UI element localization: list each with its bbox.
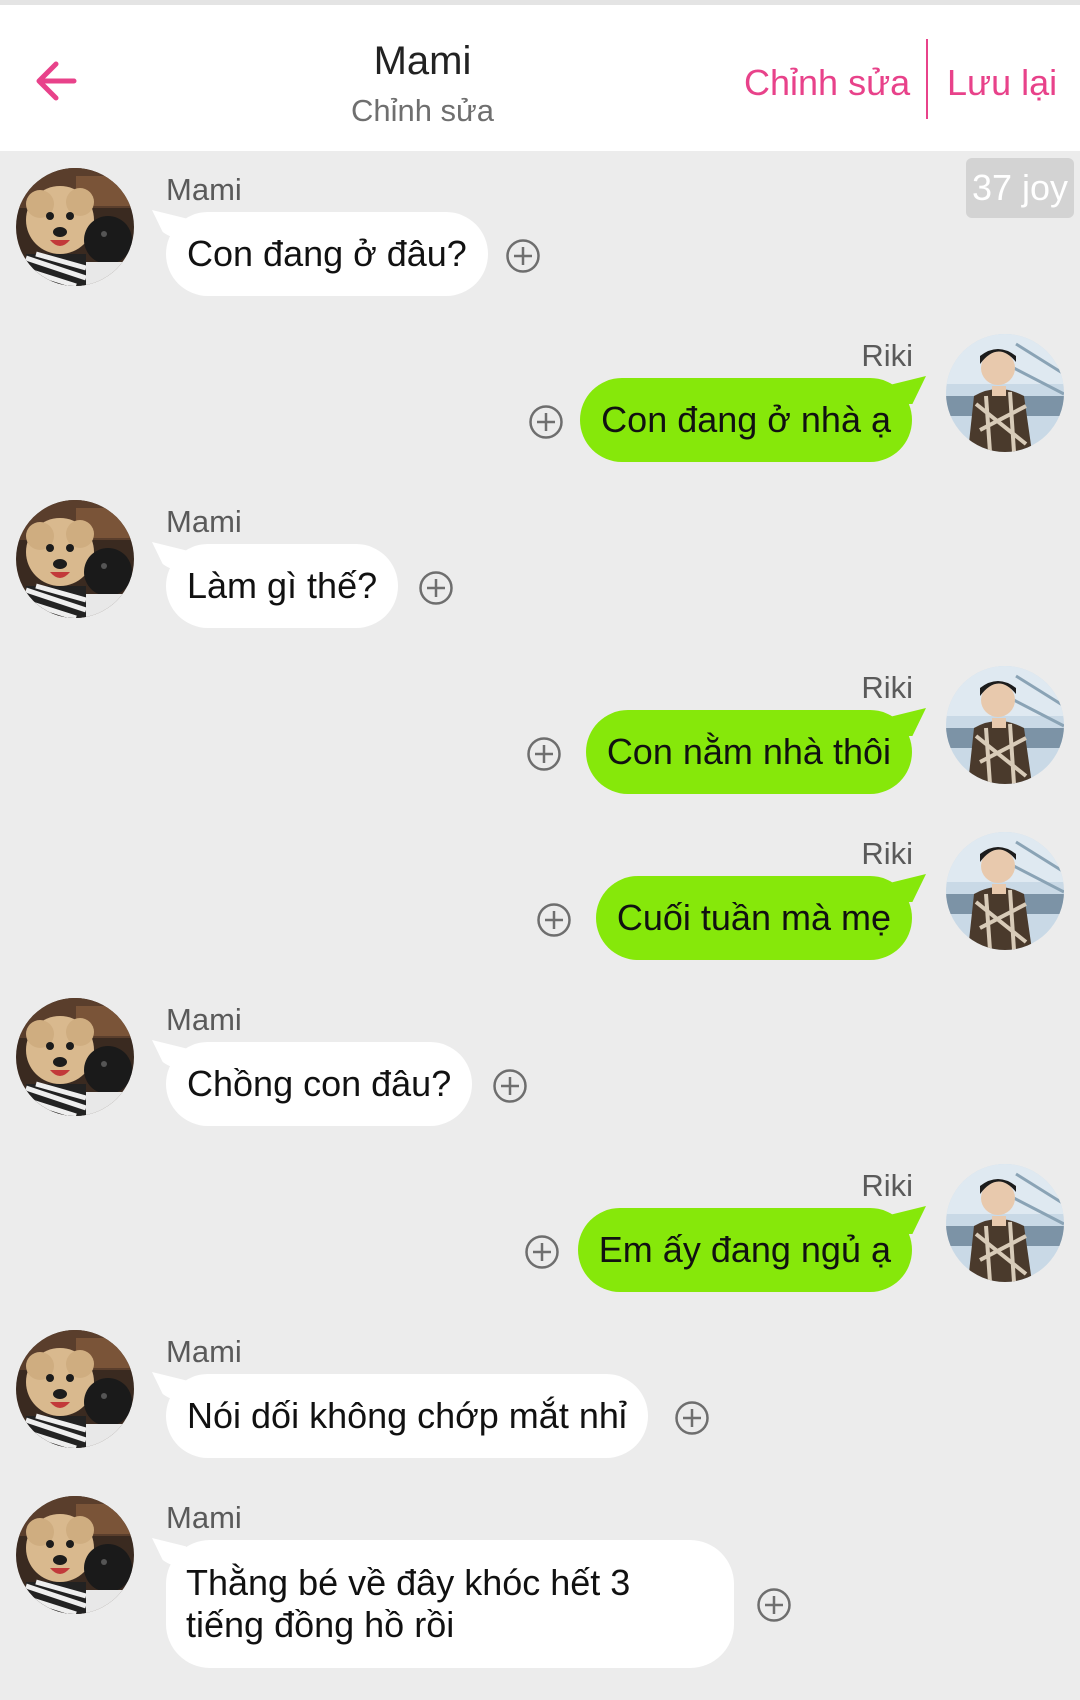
message-bubble[interactable]: Thằng bé về đây khóc hết 3 tiếng đồng hồ… xyxy=(166,1540,734,1668)
message-bubble[interactable]: Chồng con đâu? xyxy=(166,1042,473,1126)
add-reaction-button[interactable] xyxy=(536,902,572,938)
plus-circle-icon xyxy=(536,902,572,938)
message-bubble[interactable]: Làm gì thế? xyxy=(166,544,399,628)
dog-avatar xyxy=(16,998,134,1116)
sender-name: Mami xyxy=(166,1334,242,1369)
person-avatar xyxy=(946,832,1064,950)
sender-name: Riki xyxy=(861,338,913,373)
add-reaction-button[interactable] xyxy=(505,238,541,274)
page-title: Mami xyxy=(373,39,472,83)
dog-avatar xyxy=(16,500,134,618)
message-bubble[interactable]: Con đang ở nhà ạ xyxy=(580,378,912,462)
message-bubble[interactable]: Em ấy đang ngủ ạ xyxy=(577,1208,912,1292)
add-reaction-button[interactable] xyxy=(418,570,454,606)
avatar[interactable] xyxy=(946,666,1064,784)
plus-circle-icon xyxy=(505,238,541,274)
sender-name: Mami xyxy=(166,1500,242,1535)
message-bubble[interactable]: Con đang ở đâu? xyxy=(166,212,488,296)
plus-circle-icon xyxy=(418,570,454,606)
sender-name: Mami xyxy=(166,172,242,207)
plus-circle-icon xyxy=(674,1400,710,1436)
add-reaction-button[interactable] xyxy=(674,1400,710,1436)
avatar[interactable] xyxy=(946,832,1064,950)
sender-name: Riki xyxy=(861,836,913,871)
sender-name: Riki xyxy=(861,670,913,705)
plus-circle-icon xyxy=(492,1068,528,1104)
person-avatar xyxy=(946,666,1064,784)
message-bubble[interactable]: Nói dối không chớp mắt nhỉ xyxy=(166,1374,648,1458)
plus-circle-icon xyxy=(524,1234,560,1270)
add-reaction-button[interactable] xyxy=(524,1234,560,1270)
plus-circle-icon xyxy=(528,404,564,440)
person-avatar xyxy=(946,334,1064,452)
avatar[interactable] xyxy=(16,500,134,618)
sender-name: Mami xyxy=(166,1002,242,1037)
add-reaction-button[interactable] xyxy=(492,1068,528,1104)
avatar[interactable] xyxy=(16,1330,134,1448)
add-reaction-button[interactable] xyxy=(526,736,562,772)
avatar[interactable] xyxy=(16,998,134,1116)
message-bubble[interactable]: Con nằm nhà thôi xyxy=(585,710,912,794)
header-divider xyxy=(926,39,928,119)
add-reaction-button[interactable] xyxy=(528,404,564,440)
avatar[interactable] xyxy=(946,1164,1064,1282)
avatar[interactable] xyxy=(16,1496,134,1614)
dog-avatar xyxy=(16,1496,134,1614)
person-avatar xyxy=(946,1164,1064,1282)
dog-avatar xyxy=(16,1330,134,1448)
joy-badge: 37 joy xyxy=(966,158,1074,218)
sender-name: Mami xyxy=(166,504,242,539)
sender-name: Riki xyxy=(861,1168,913,1203)
add-reaction-button[interactable] xyxy=(756,1587,792,1623)
avatar[interactable] xyxy=(946,334,1064,452)
save-button[interactable]: Lưu lại xyxy=(947,62,1057,104)
dog-avatar xyxy=(16,168,134,286)
edit-button[interactable]: Chỉnh sửa xyxy=(744,62,910,104)
plus-circle-icon xyxy=(526,736,562,772)
avatar[interactable] xyxy=(16,168,134,286)
chat-header: Mami Chỉnh sửa Chỉnh sửa Lưu lại xyxy=(0,5,1080,151)
page-subtitle: Chỉnh sửa xyxy=(350,93,495,128)
message-bubble[interactable]: Cuối tuần mà mẹ xyxy=(595,876,912,960)
plus-circle-icon xyxy=(756,1587,792,1623)
